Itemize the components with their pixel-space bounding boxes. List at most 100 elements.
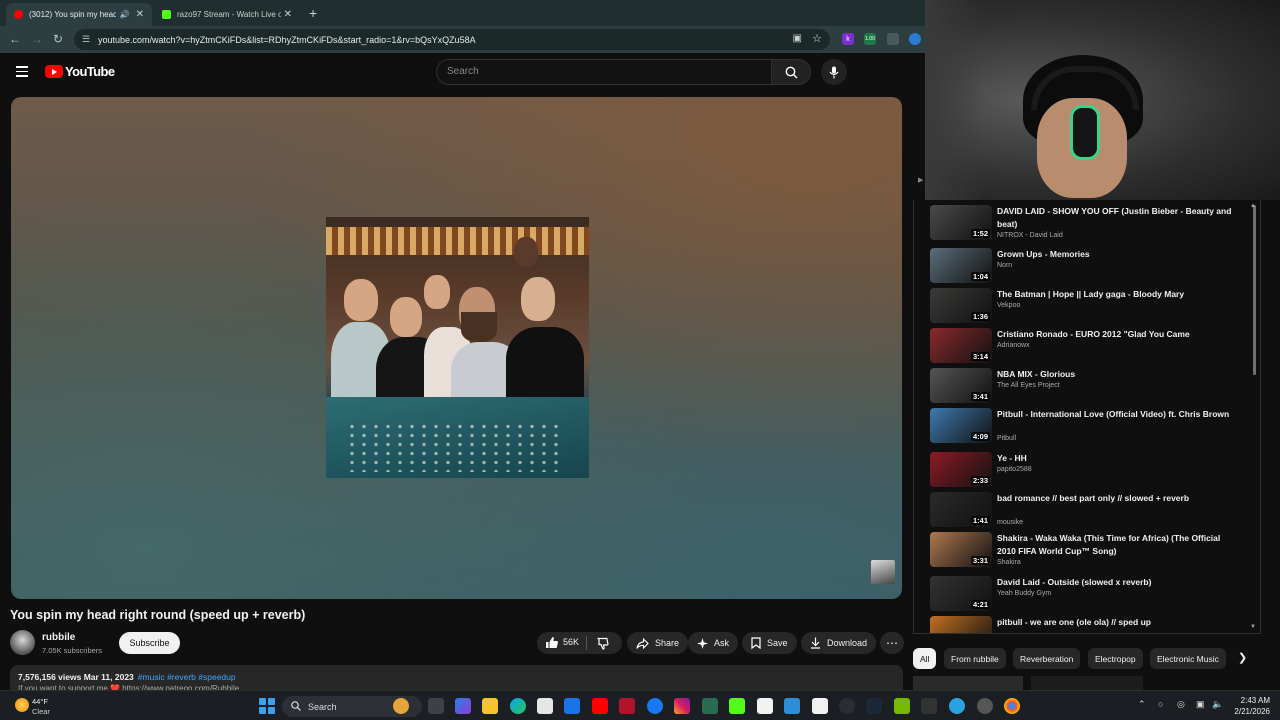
playlist-item-channel[interactable]: NITROX - David Laid xyxy=(997,232,1063,239)
playlist-thumbnail[interactable]: 1:41 xyxy=(930,492,992,527)
youtube-logo[interactable]: YouTube xyxy=(45,64,115,79)
nvidia-icon[interactable] xyxy=(894,698,910,714)
file-explorer-icon[interactable] xyxy=(482,698,498,714)
playlist-item[interactable]: 3:41 NBA MIX - Glorious The All Eyes Proje… xyxy=(914,368,1254,408)
task-view-icon[interactable] xyxy=(428,698,444,714)
reload-icon[interactable]: ↻ xyxy=(53,32,63,46)
playlist-item[interactable]: 2:33 Ye - HH papito2588 xyxy=(914,452,1254,492)
search-input[interactable]: Search xyxy=(436,59,772,85)
playlist-item-title[interactable]: Ye - HH xyxy=(997,452,1232,465)
playlist-item[interactable]: 3:14 Cristiano Ronado - EURO 2012 "Glad Y… xyxy=(914,328,1254,368)
telegram-icon[interactable] xyxy=(949,698,965,714)
playlist-item-channel[interactable]: papito2588 xyxy=(997,466,1032,473)
app-icon[interactable] xyxy=(702,698,718,714)
copilot-icon[interactable] xyxy=(455,698,471,714)
amazon-icon[interactable] xyxy=(757,698,773,714)
chip-reverberation[interactable]: Reverberation xyxy=(1013,648,1081,669)
like-button[interactable] xyxy=(545,636,558,654)
playlist-item[interactable]: 4:09 Pitbull - International Love (Offici… xyxy=(914,408,1254,448)
channel-name[interactable]: rubbile xyxy=(42,632,75,643)
obs-icon[interactable] xyxy=(977,698,993,714)
extension-speed-icon[interactable]: 1.00 xyxy=(864,33,876,45)
microphone-tray-icon[interactable]: ◎ xyxy=(1177,699,1185,710)
instagram-icon[interactable] xyxy=(674,698,690,714)
playlist-thumbnail[interactable]: 2:33 xyxy=(930,452,992,487)
playlist-thumbnail[interactable]: 1:04 xyxy=(930,248,992,283)
chevron-right-icon[interactable]: ❯ xyxy=(1238,651,1247,664)
voice-search-button[interactable] xyxy=(821,59,847,85)
chip-electronic-music[interactable]: Electronic Music xyxy=(1150,648,1226,669)
more-actions-icon[interactable]: ⋯ xyxy=(880,632,904,654)
extension-k-icon[interactable]: k xyxy=(842,33,854,45)
forward-icon[interactable]: → xyxy=(31,32,43,46)
playlist-thumbnail[interactable]: 4:09 xyxy=(930,408,992,443)
playlist-thumbnail[interactable]: 3:14 xyxy=(930,328,992,363)
tray-chevron-icon[interactable]: ⌃ xyxy=(1138,699,1146,710)
playlist-thumbnail[interactable]: 3:41 xyxy=(930,368,992,403)
playlist-item[interactable]: 3:31 Shakira - Waka Waka (This Time for A… xyxy=(914,532,1254,572)
epic-games-icon[interactable] xyxy=(921,698,937,714)
speaker-icon[interactable]: 🔊 xyxy=(120,10,130,19)
playlist-item[interactable]: 1:41 bad romance // best part only // slo… xyxy=(914,492,1254,532)
youtube-app-icon[interactable] xyxy=(592,698,608,714)
tray-app-icon[interactable]: ○ xyxy=(1158,699,1163,709)
playlist-item-title[interactable]: Grown Ups - Memories xyxy=(997,248,1232,261)
playlist-thumbnail[interactable] xyxy=(930,616,992,633)
playlist-thumbnail[interactable]: 4:21 xyxy=(930,576,992,611)
address-bar[interactable]: ☰ youtube.com/watch?v=hyZtmCKiFDs&list=R… xyxy=(74,29,830,50)
tab-youtube[interactable]: (3012) You spin my head rig 🔊 ✕ xyxy=(6,3,152,26)
playlist-item[interactable]: 1:36 The Batman | Hope || Lady gaga - Blo… xyxy=(914,288,1254,328)
facebook-icon[interactable] xyxy=(647,698,663,714)
store-icon[interactable] xyxy=(537,698,553,714)
hamburger-menu-icon[interactable] xyxy=(16,66,28,80)
share-button[interactable]: Share xyxy=(627,632,689,654)
playlist-item-channel[interactable]: Vekpoo xyxy=(997,302,1020,309)
close-tab-icon[interactable]: ✕ xyxy=(136,9,144,20)
copilot-widget-icon[interactable] xyxy=(393,698,409,714)
new-tab-icon[interactable]: + xyxy=(309,5,317,21)
video-player[interactable] xyxy=(11,97,902,599)
playlist-thumbnail[interactable]: 3:31 xyxy=(930,532,992,567)
tab-kick-stream[interactable]: razo97 Stream - Watch Live on ✕ xyxy=(154,3,300,26)
playlist-item-title[interactable]: bad romance // best part only // slowed … xyxy=(997,492,1232,505)
kick-icon[interactable] xyxy=(729,698,745,714)
playlist-item-channel[interactable]: Shakira xyxy=(997,559,1021,566)
tiktok-icon[interactable] xyxy=(812,698,828,714)
media-app-icon[interactable] xyxy=(619,698,635,714)
steam-icon[interactable] xyxy=(866,698,882,714)
playlist-item-channel[interactable]: Pitbull xyxy=(997,435,1016,442)
playlist-item-title[interactable]: Cristiano Ronado - EURO 2012 "Glad You C… xyxy=(997,328,1232,341)
channel-avatar[interactable] xyxy=(10,630,35,655)
edge-icon[interactable] xyxy=(510,698,526,714)
playlist-item-title[interactable]: The Batman | Hope || Lady gaga - Bloody … xyxy=(997,288,1232,301)
playlist-item[interactable]: 4:21 David Laid - Outside (slowed x rever… xyxy=(914,576,1254,616)
playlist-item-title[interactable]: pitbull - we are one (ole ola) // sped u… xyxy=(997,616,1232,629)
start-menu-icon[interactable] xyxy=(259,698,275,714)
chrome-icon[interactable] xyxy=(1004,698,1020,714)
playlist-thumbnail[interactable]: 1:52 xyxy=(930,205,992,240)
hashtags[interactable]: #music #reverb #speedup xyxy=(138,672,236,682)
playlist-item-title[interactable]: David Laid - Outside (slowed x reverb) xyxy=(997,576,1232,589)
chip-electropop[interactable]: Electropop xyxy=(1088,648,1143,669)
outlook-icon[interactable] xyxy=(564,698,580,714)
profile-icon[interactable] xyxy=(909,33,921,45)
playlist-thumbnail[interactable]: 1:36 xyxy=(930,288,992,323)
volume-icon[interactable]: 🔈 xyxy=(1212,699,1223,710)
scroll-up-icon[interactable]: ▲ xyxy=(1250,203,1256,209)
dislike-button[interactable] xyxy=(596,637,609,655)
ask-button[interactable]: Ask xyxy=(688,632,739,654)
search-button[interactable] xyxy=(771,59,811,85)
playlist-item-title[interactable]: Shakira - Waka Waka (This Time for Afric… xyxy=(997,532,1232,557)
chip-all[interactable]: All xyxy=(913,648,937,669)
chip-from-rubbile[interactable]: From rubbile xyxy=(944,648,1006,669)
playlist-item-channel[interactable]: Norn xyxy=(997,262,1012,269)
extension-puzzle-icon[interactable] xyxy=(887,33,899,45)
app-icon[interactable] xyxy=(839,698,855,714)
playlist-item-title[interactable]: NBA MIX - Glorious xyxy=(997,368,1232,381)
playlist-item-channel[interactable]: Yeah Buddy Gym xyxy=(997,590,1051,597)
network-icon[interactable]: ▣ xyxy=(1196,699,1205,710)
channel-watermark[interactable] xyxy=(871,560,895,584)
app-icon[interactable] xyxy=(784,698,800,714)
playlist-item-channel[interactable]: mousike xyxy=(997,519,1023,526)
playlist-item[interactable]: pitbull - we are one (ole ola) // sped u… xyxy=(914,616,1254,633)
